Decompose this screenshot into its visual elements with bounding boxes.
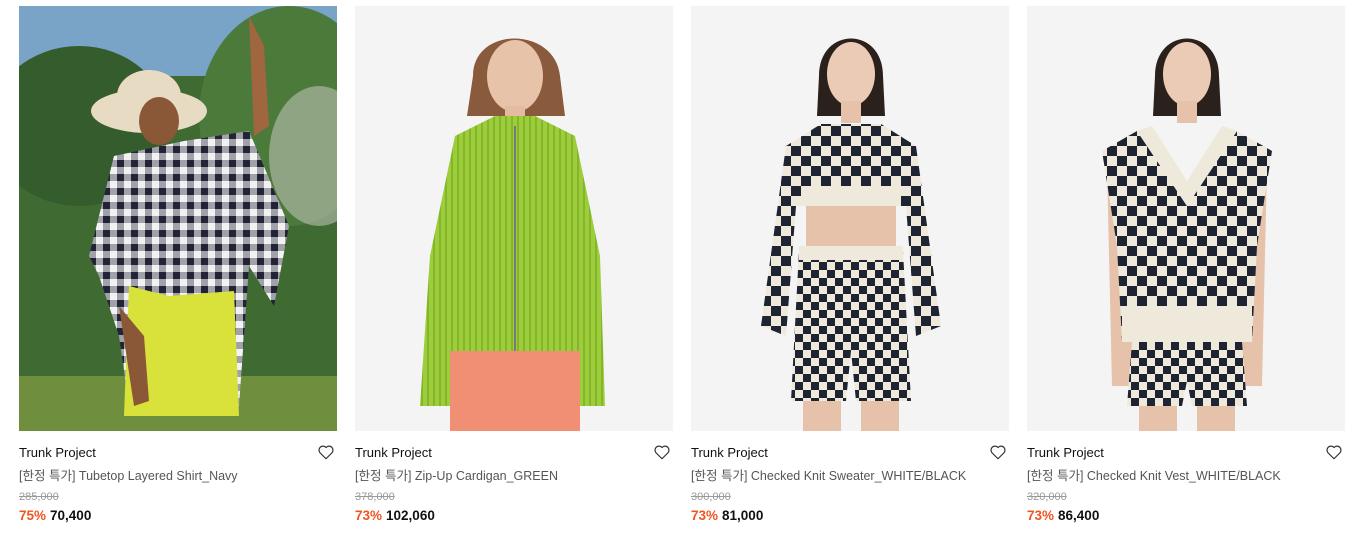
product-image[interactable] — [691, 6, 1009, 431]
product-card[interactable]: Trunk Project [한정 특가] Checked Knit Vest_… — [1027, 6, 1345, 524]
product-name[interactable]: [한정 특가] Zip-Up Cardigan_GREEN — [355, 468, 673, 484]
heart-icon[interactable] — [1325, 443, 1343, 461]
product-card[interactable]: Trunk Project [한정 특가] Tubetop Layered Sh… — [19, 6, 337, 524]
discount-rate: 75% — [19, 508, 47, 523]
original-price: 320,000 — [1027, 491, 1067, 503]
product-grid: Trunk Project [한정 특가] Tubetop Layered Sh… — [0, 0, 1364, 533]
product-image[interactable] — [1027, 6, 1345, 431]
heart-icon[interactable] — [989, 443, 1007, 461]
product-brand[interactable]: Trunk Project — [355, 445, 673, 461]
sale-price: 102,060 — [386, 508, 435, 523]
product-card[interactable]: Trunk Project [한정 특가] Zip-Up Cardigan_GR… — [355, 6, 673, 524]
product-photo-2 — [355, 6, 673, 431]
product-image[interactable] — [355, 6, 673, 431]
product-photo-1 — [19, 6, 337, 431]
original-price: 300,000 — [691, 491, 731, 503]
product-name[interactable]: [한정 특가] Checked Knit Vest_WHITE/BLACK — [1027, 468, 1345, 484]
price-row: 73% 102,060 — [355, 508, 673, 524]
product-photo-4 — [1027, 6, 1345, 431]
product-image[interactable] — [19, 6, 337, 431]
sale-price: 86,400 — [1058, 508, 1100, 523]
original-price: 285,000 — [19, 491, 59, 503]
heart-icon[interactable] — [317, 443, 335, 461]
product-brand[interactable]: Trunk Project — [1027, 445, 1345, 461]
product-brand[interactable]: Trunk Project — [19, 445, 337, 461]
product-card[interactable]: Trunk Project [한정 특가] Checked Knit Sweat… — [691, 6, 1009, 524]
sale-price: 70,400 — [50, 508, 92, 523]
heart-icon[interactable] — [653, 443, 671, 461]
discount-rate: 73% — [1027, 508, 1055, 523]
product-name[interactable]: [한정 특가] Tubetop Layered Shirt_Navy — [19, 468, 337, 484]
product-photo-3 — [691, 6, 1009, 431]
product-name[interactable]: [한정 특가] Checked Knit Sweater_WHITE/BLACK — [691, 468, 1009, 484]
sale-price: 81,000 — [722, 508, 764, 523]
original-price: 378,000 — [355, 491, 395, 503]
discount-rate: 73% — [355, 508, 383, 523]
price-row: 73% 86,400 — [1027, 508, 1345, 524]
price-row: 73% 81,000 — [691, 508, 1009, 524]
discount-rate: 73% — [691, 508, 719, 523]
product-brand[interactable]: Trunk Project — [691, 445, 1009, 461]
price-row: 75% 70,400 — [19, 508, 337, 524]
